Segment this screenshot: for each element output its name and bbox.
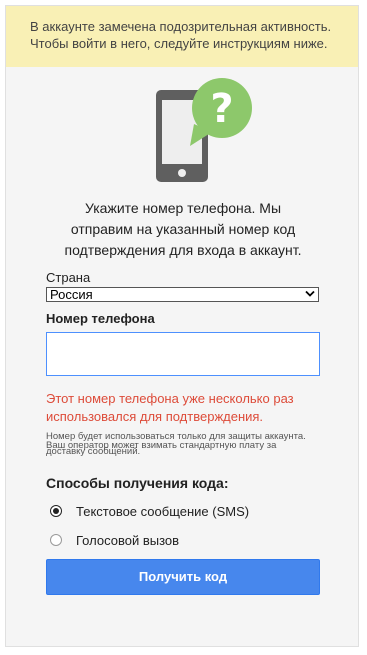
code-methods-title: Способы получения кода: (46, 475, 229, 491)
country-label: Страна (46, 270, 91, 285)
error-line-1: Этот номер телефона уже несколько раз (46, 391, 294, 406)
phone-number-input[interactable] (46, 332, 320, 376)
phone-question-icon: ? (156, 78, 252, 182)
chevron-down-icon (305, 290, 315, 297)
phone-error-message: Этот номер телефона уже несколько раз ис… (46, 390, 326, 426)
question-mark-glyph: ? (210, 86, 233, 132)
instructions-text: Укажите номер телефона. Мы отправим на у… (36, 198, 330, 261)
verification-panel: В аккаунте замечена подозрительная актив… (5, 5, 359, 647)
method-option-sms[interactable]: Текстовое сообщение (SMS) (50, 502, 249, 520)
instructions-line-3: подтверждения для входа в аккаунт. (64, 242, 302, 258)
phone-number-label: Номер телефона (46, 311, 155, 326)
suspicious-activity-banner: В аккаунте замечена подозрительная актив… (6, 6, 358, 67)
voice-call-radio-label: Голосовой вызов (76, 532, 180, 548)
banner-line-1: В аккаунте замечена подозрительная актив… (30, 19, 332, 34)
phone-home-button-shape (178, 169, 186, 177)
voice-call-radio[interactable] (50, 534, 62, 546)
country-select[interactable]: Россия (46, 287, 319, 302)
phone-usage-note: Номер будет использоваться только для за… (46, 431, 336, 458)
country-selected-value: Россия (50, 287, 93, 302)
banner-line-2: Чтобы войти в него, следуйте инструкциям… (30, 36, 328, 51)
sms-radio[interactable] (50, 505, 62, 517)
error-line-2: использовался для подтверждения. (46, 409, 264, 424)
method-option-voice[interactable]: Голосовой вызов (50, 531, 179, 549)
sms-radio-label: Текстовое сообщение (SMS) (76, 503, 250, 519)
instructions-line-1: Укажите номер телефона. Мы (84, 200, 282, 216)
get-code-button[interactable]: Получить код (46, 559, 320, 595)
instructions-line-2: отправим на указанный номер код (70, 221, 296, 237)
